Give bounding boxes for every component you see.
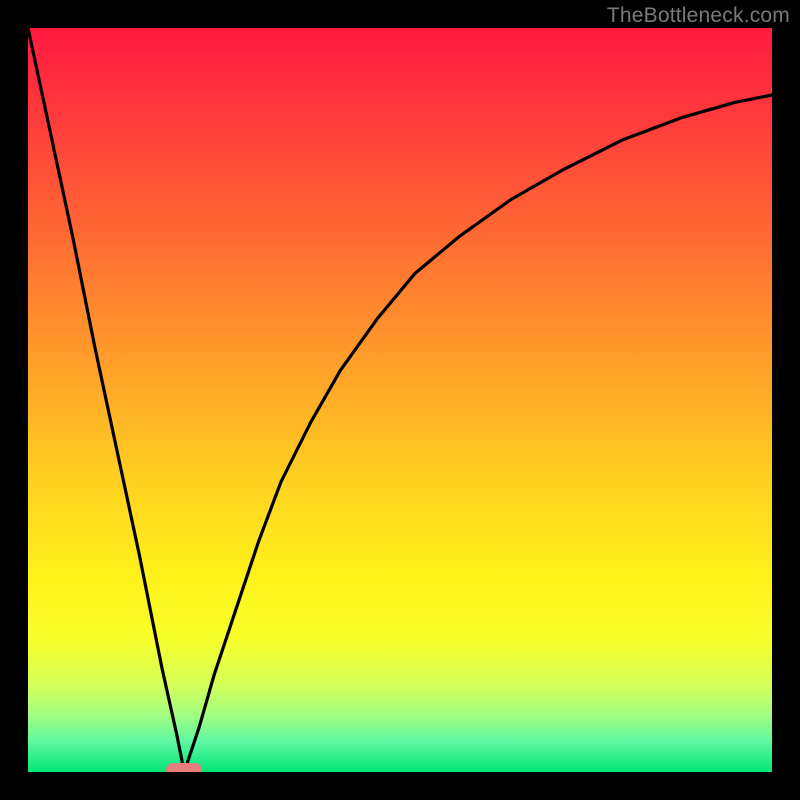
bottleneck-curve — [28, 28, 772, 772]
chart-frame: TheBottleneck.com — [0, 0, 800, 800]
watermark-text: TheBottleneck.com — [607, 4, 790, 28]
plot-area — [28, 28, 772, 772]
optimal-marker — [166, 763, 202, 772]
